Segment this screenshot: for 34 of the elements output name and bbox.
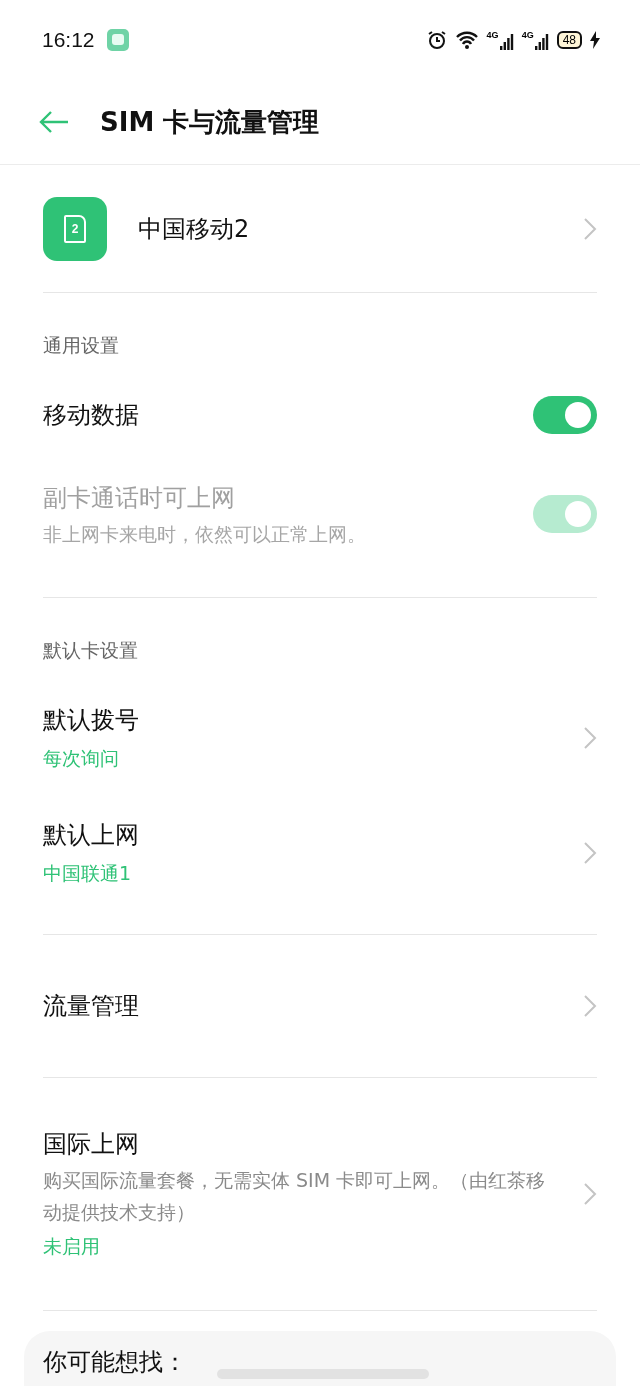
section-heading: 默认卡设置 <box>43 638 139 663</box>
setting-title: 国际上网 <box>43 1129 140 1160</box>
chevron-right-icon <box>583 840 597 865</box>
setting-value: 中国联通1 <box>43 860 133 886</box>
setting-value: 未启用 <box>43 1234 101 1259</box>
charging-icon <box>590 31 600 49</box>
sim-card-name[interactable]: 中国移动2 <box>138 208 552 249</box>
network-type-label: 4G <box>486 30 499 40</box>
signal-icon <box>534 34 549 50</box>
setting-title: 流量管理 <box>43 991 140 1022</box>
setting-title: 移动数据 <box>43 400 140 431</box>
chevron-right-icon <box>583 725 597 750</box>
chevron-right-icon <box>583 994 597 1018</box>
setting-title: 默认上网 <box>43 819 140 851</box>
page-title: SIM 卡与流量管理 <box>100 105 320 139</box>
chevron-right-icon <box>583 216 597 241</box>
setting-title: 默认拨号 <box>43 704 140 736</box>
section-heading: 通用设置 <box>43 333 120 358</box>
battery-level: 48 <box>556 31 582 49</box>
setting-description: 非上网卡来电时，依然可以正常上网。 <box>43 522 367 547</box>
setting-title: 副卡通话时可上网 <box>43 483 236 514</box>
setting-description: 购买国际流量套餐，无需实体 SIM 卡即可上网。（由红茶移动提供技术支持） <box>43 1168 547 1225</box>
signal-icon <box>499 34 514 50</box>
alarm-icon <box>426 30 447 50</box>
back-button[interactable] <box>38 110 70 134</box>
chevron-right-icon <box>583 1182 597 1206</box>
setting-value: 每次询问 <box>43 745 120 771</box>
status-time: 16:12 <box>42 28 95 52</box>
network-type-label: 4G <box>521 30 534 40</box>
suggestions-title: 你可能想找： <box>43 1347 187 1378</box>
app-notification-icon <box>106 29 129 51</box>
sim-card-icon: 2 <box>43 196 107 261</box>
toggle-switch[interactable] <box>533 396 597 434</box>
wifi-icon <box>454 30 479 50</box>
